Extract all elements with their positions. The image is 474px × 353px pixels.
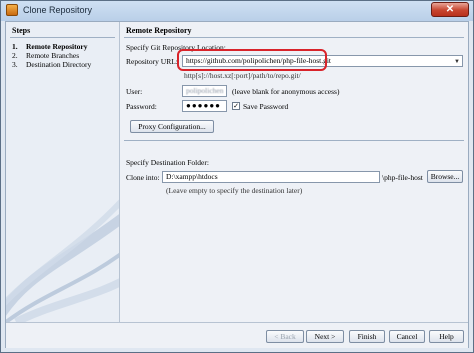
destination-hint: (Leave empty to specify the destination …	[166, 186, 303, 195]
close-button[interactable]: ✕	[431, 2, 469, 17]
repository-url-label: Repository URL:	[126, 57, 178, 66]
step-number: 2.	[12, 51, 18, 60]
clone-into-label: Clone into:	[126, 173, 160, 182]
decorative-swirl-graphic	[6, 199, 119, 322]
section-title: Remote Repository	[126, 26, 192, 35]
clone-repository-window: Clone Repository ✕ Steps 1. Remote Reposi…	[0, 0, 474, 353]
proxy-configuration-button[interactable]: Proxy Configuration...	[130, 120, 214, 133]
user-value: polipolichen	[186, 86, 224, 95]
save-password-checkbox[interactable]: ✓	[232, 102, 240, 110]
step-label: Remote Branches	[26, 51, 80, 60]
step-item-destination-directory: 3. Destination Directory	[12, 60, 91, 69]
step-label: Remote Repository	[26, 42, 88, 51]
password-value: ●●●●●●	[186, 101, 221, 110]
save-password-label: Save Password	[243, 102, 289, 111]
step-number: 1.	[12, 42, 18, 51]
window-title: Clone Repository	[23, 5, 93, 15]
user-field[interactable]: polipolichen	[182, 85, 227, 97]
user-hint: (leave blank for anonymous access)	[232, 87, 340, 96]
step-item-remote-repository: 1. Remote Repository	[12, 42, 87, 51]
wizard-body: Steps 1. Remote Repository 2. Remote Branc…	[5, 21, 469, 348]
finish-button[interactable]: Finish	[349, 330, 385, 343]
cancel-button[interactable]: Cancel	[389, 330, 425, 343]
app-icon	[6, 4, 18, 16]
step-item-remote-branches: 2. Remote Branches	[12, 51, 79, 60]
user-label: User:	[126, 87, 143, 96]
next-button[interactable]: Next >	[306, 330, 344, 343]
wizard-footer: < Back Next > Finish Cancel Help	[6, 322, 468, 348]
password-label: Password:	[126, 102, 157, 111]
step-number: 3.	[12, 60, 18, 69]
password-field[interactable]: ●●●●●●	[182, 100, 227, 112]
divider	[124, 37, 464, 38]
repository-url-hint: http[s]://host.xz[:port]/path/to/repo.gi…	[184, 71, 301, 80]
clone-into-field[interactable]: D:\xampp\htdocs	[162, 171, 380, 183]
content-pane: Remote Repository Specify Git Repository…	[120, 22, 468, 322]
browse-button[interactable]: Browse...	[427, 170, 463, 183]
help-button[interactable]: Help	[429, 330, 464, 343]
folder-suffix: \php-file-host	[382, 173, 423, 182]
url-highlight-annotation	[177, 49, 327, 71]
destination-instruction: Specify Destination Folder:	[126, 158, 209, 167]
title-bar[interactable]: Clone Repository ✕	[1, 1, 473, 21]
steps-title: Steps	[12, 26, 31, 35]
divider	[10, 37, 115, 38]
steps-pane: Steps 1. Remote Repository 2. Remote Branc…	[6, 22, 120, 322]
step-label: Destination Directory	[26, 60, 92, 69]
back-button[interactable]: < Back	[266, 330, 304, 343]
clone-into-value: D:\xampp\htdocs	[166, 172, 218, 181]
chevron-down-icon[interactable]: ▼	[454, 57, 460, 66]
divider	[124, 140, 464, 141]
